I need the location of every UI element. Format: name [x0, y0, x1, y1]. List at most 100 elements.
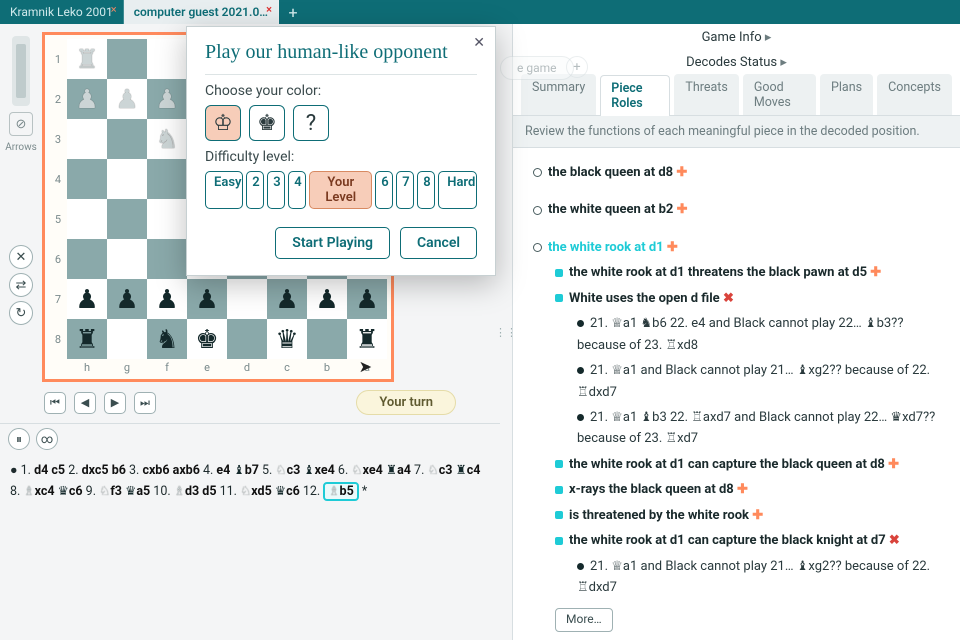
- close-icon[interactable]: ✕: [473, 35, 485, 51]
- square[interactable]: ♞: [147, 119, 187, 159]
- variation-line[interactable]: 21. ♕a1 and Black cannot play 21… ♝xg2??…: [577, 363, 930, 399]
- role-threatens-d5[interactable]: the white rook at d1 threatens the black…: [569, 265, 867, 280]
- role-white-queen-b2[interactable]: the white queen at b2: [548, 202, 673, 217]
- square[interactable]: [227, 279, 267, 319]
- square[interactable]: [227, 319, 267, 359]
- variation-line[interactable]: 21. ♕a1 ♞b6 22. e4 and Black cannot play…: [577, 316, 903, 352]
- tab-good-moves[interactable]: Good Moves: [743, 74, 816, 115]
- square[interactable]: [67, 239, 107, 279]
- square[interactable]: [67, 159, 107, 199]
- role-black-queen-d8[interactable]: the black queen at d8: [548, 165, 673, 180]
- arrows-toggle[interactable]: ⊘: [9, 112, 33, 136]
- tab-threats[interactable]: Threats: [674, 74, 738, 115]
- add-chip-button[interactable]: +: [566, 56, 588, 78]
- pgn-engine-button[interactable]: ∞: [36, 428, 58, 450]
- variation-line[interactable]: 21. ♕a1 and Black cannot play 21… ♝xg2??…: [577, 559, 930, 595]
- square[interactable]: [107, 159, 147, 199]
- tab-piece-roles[interactable]: Piece Roles: [600, 75, 670, 116]
- square[interactable]: ♟: [187, 279, 227, 319]
- variation-line[interactable]: 21. ♕a1 ♝b3 22. ♖axd7 and Black cannot p…: [577, 410, 935, 446]
- square[interactable]: ♜: [67, 319, 107, 359]
- color-white-button[interactable]: ♔: [205, 105, 241, 141]
- practice-chip[interactable]: e game: [500, 56, 574, 80]
- start-playing-button[interactable]: Start Playing: [275, 227, 390, 259]
- difficulty-label: Difficulty level:: [205, 149, 477, 165]
- tool-swap-icon[interactable]: ✕: [9, 245, 33, 269]
- tool-flip-icon[interactable]: ⇄: [9, 273, 33, 297]
- square[interactable]: [107, 199, 147, 239]
- square[interactable]: [147, 239, 187, 279]
- tab-computer-guest[interactable]: computer guest 2021.0… ×: [124, 0, 279, 24]
- difficulty-easy[interactable]: Easy: [205, 171, 243, 209]
- difficulty-8[interactable]: 8: [417, 171, 435, 209]
- square[interactable]: ♜: [347, 319, 387, 359]
- square[interactable]: ♟: [67, 279, 107, 319]
- square[interactable]: [147, 39, 187, 79]
- role-capture-queen-d8[interactable]: the white rook at d1 can capture the bla…: [569, 457, 885, 472]
- close-icon[interactable]: ×: [107, 2, 121, 16]
- eval-slider[interactable]: [12, 36, 30, 106]
- difficulty-2[interactable]: 2: [246, 171, 264, 209]
- square[interactable]: ♟: [107, 79, 147, 119]
- square[interactable]: [67, 199, 107, 239]
- square[interactable]: [147, 159, 187, 199]
- role-capture-knight-d7[interactable]: the white rook at d1 can capture the bla…: [569, 533, 886, 548]
- nav-prev-button[interactable]: ◀: [74, 392, 96, 414]
- difficulty-row: Easy234Your Level678Hard: [205, 171, 477, 209]
- difficulty-6[interactable]: 6: [375, 171, 393, 209]
- square[interactable]: ♟: [347, 279, 387, 319]
- square[interactable]: [67, 119, 107, 159]
- role-white-rook-d1[interactable]: the white rook at d1: [548, 240, 664, 255]
- file-label: b: [307, 359, 347, 375]
- arrows-label: Arrows: [5, 142, 37, 153]
- piece-icon: ♛: [275, 324, 298, 354]
- nav-first-button[interactable]: ⏮: [44, 392, 66, 414]
- rank-label: 8: [49, 319, 67, 359]
- tab-summary[interactable]: Summary: [521, 74, 596, 115]
- pgn-pause-button[interactable]: ⏸: [8, 428, 30, 450]
- split-handle[interactable]: ⋮⋮: [500, 24, 512, 640]
- square[interactable]: [307, 319, 347, 359]
- square[interactable]: ♛: [267, 319, 307, 359]
- cancel-button[interactable]: Cancel: [400, 227, 477, 259]
- new-tab-button[interactable]: +: [279, 0, 307, 24]
- square[interactable]: ♟: [67, 79, 107, 119]
- color-random-button[interactable]: ?: [293, 105, 329, 141]
- square[interactable]: ♚: [187, 319, 227, 359]
- move-list[interactable]: ● 1. d4 c5 2. dxc5 b6 3. cxb6 axb6 4. e4…: [0, 454, 500, 640]
- square[interactable]: ♟: [147, 279, 187, 319]
- square[interactable]: ♜: [67, 39, 107, 79]
- square[interactable]: [107, 239, 147, 279]
- tab-kramnik[interactable]: Kramnik Leko 2001 ×: [0, 0, 124, 24]
- difficulty-hard[interactable]: Hard: [438, 171, 477, 209]
- square[interactable]: ♟: [107, 279, 147, 319]
- square[interactable]: ♞: [147, 319, 187, 359]
- square[interactable]: ♟: [307, 279, 347, 319]
- close-icon[interactable]: ×: [262, 2, 276, 16]
- difficulty-your-level[interactable]: Your Level: [309, 171, 372, 209]
- square[interactable]: ♟: [267, 279, 307, 319]
- difficulty-4[interactable]: 4: [288, 171, 306, 209]
- difficulty-7[interactable]: 7: [396, 171, 414, 209]
- square[interactable]: [107, 39, 147, 79]
- piece-icon: ♟: [275, 284, 298, 314]
- tab-plans[interactable]: Plans: [820, 74, 873, 115]
- nav-last-button[interactable]: ⏭: [134, 392, 156, 414]
- tool-reset-icon[interactable]: ↻: [9, 301, 33, 325]
- tab-concepts[interactable]: Concepts: [877, 74, 952, 115]
- more-button[interactable]: More…: [555, 608, 613, 632]
- square[interactable]: [107, 119, 147, 159]
- square[interactable]: [147, 199, 187, 239]
- square[interactable]: ♟: [147, 79, 187, 119]
- file-label: c: [267, 359, 307, 375]
- role-open-d-file[interactable]: White uses the open d file: [569, 291, 720, 306]
- piece-roles-tree[interactable]: the black queen at d8 ✚ the white queen …: [513, 148, 960, 640]
- square[interactable]: [107, 319, 147, 359]
- nav-next-button[interactable]: ▶: [104, 392, 126, 414]
- color-black-button[interactable]: ♚: [249, 105, 285, 141]
- difficulty-3[interactable]: 3: [267, 171, 285, 209]
- role-xray-d8[interactable]: x-rays the black queen at d8: [569, 482, 734, 497]
- game-info-link[interactable]: Game Info ▸: [513, 24, 960, 49]
- role-threatened[interactable]: is threatened by the white rook: [569, 508, 749, 523]
- cursor-icon: ➤: [359, 357, 372, 376]
